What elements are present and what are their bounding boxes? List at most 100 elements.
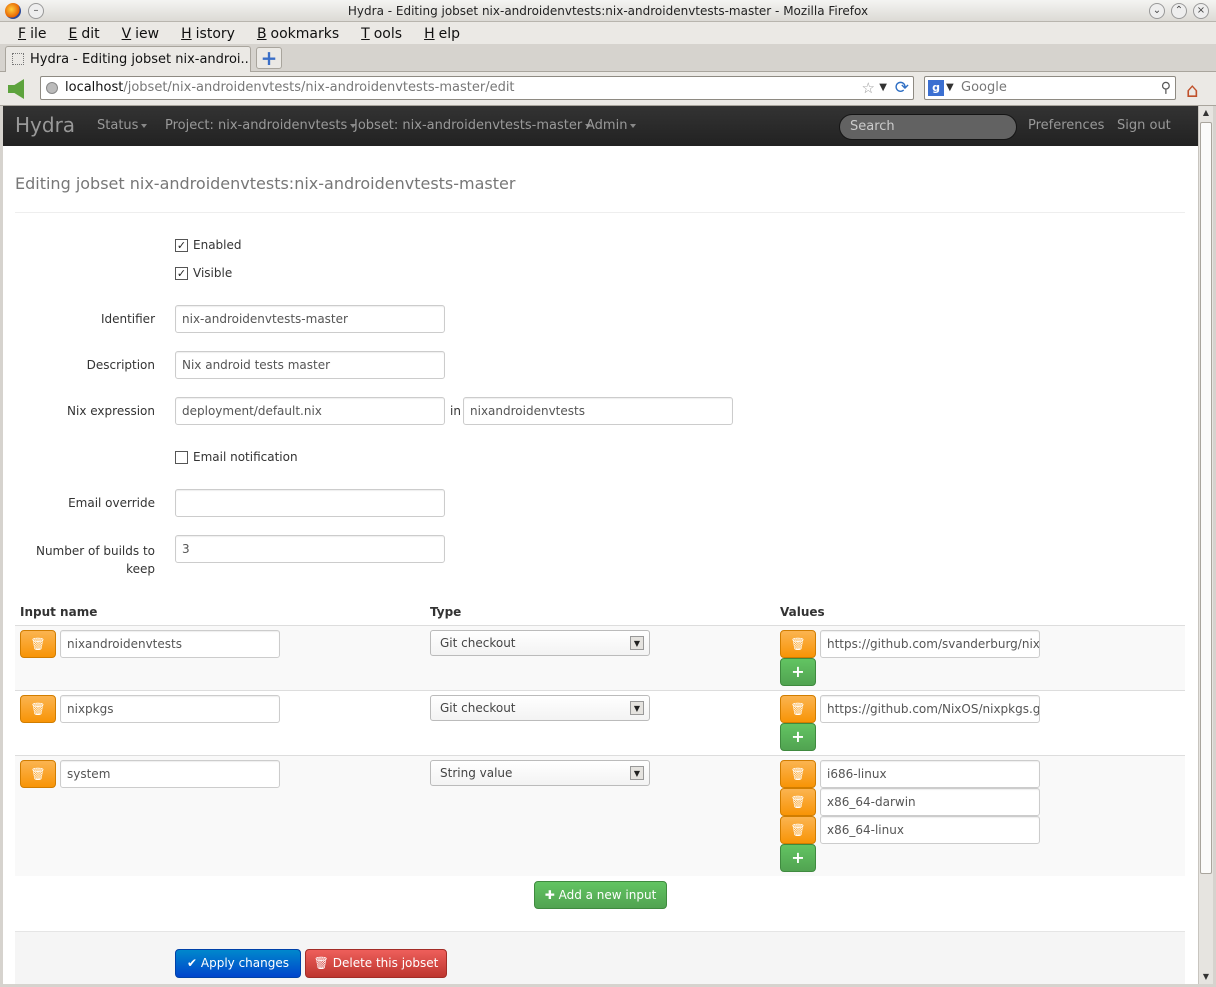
new-tab-button[interactable]: + (256, 47, 282, 69)
delete-value-button[interactable]: 🗑 (780, 695, 816, 723)
input-type-select[interactable]: String value ▼ (430, 760, 650, 786)
url-bar[interactable]: localhost/jobset/nix-androidenvtests/nix… (40, 76, 914, 100)
menu-item-accesskey: F (18, 26, 27, 42)
nav-admin-label: Admin (586, 118, 628, 133)
menu-item[interactable]: History (172, 22, 235, 42)
menu-item-label: ile (30, 26, 47, 42)
input-value-field[interactable]: x86_64-darwin (820, 788, 1040, 816)
site-identity-icon[interactable] (46, 82, 58, 94)
input-value-field[interactable]: https://github.com/NixOS/nixpkgs.gi (820, 695, 1040, 723)
trash-icon: 🗑 (790, 823, 806, 837)
sign-out-link[interactable]: Sign out (1117, 118, 1171, 133)
identifier-input[interactable]: nix-androidenvtests-master (175, 305, 445, 333)
select-arrow-icon[interactable]: ▼ (630, 766, 644, 780)
input-type-select[interactable]: Git checkout ▼ (430, 695, 650, 721)
keep-input[interactable]: 3 (175, 535, 445, 563)
delete-value-button[interactable]: 🗑 (780, 788, 816, 816)
scroll-up-icon[interactable]: ▲ (1199, 106, 1213, 120)
add-value-button[interactable]: + (780, 844, 816, 872)
add-value-button[interactable]: + (780, 723, 816, 751)
email-notification-label: Email notification (193, 450, 298, 464)
browser-search-input[interactable]: g ▼ Google ⚲ (924, 76, 1176, 100)
menu-item[interactable]: File (9, 22, 46, 42)
select-arrow-icon[interactable]: ▼ (630, 701, 644, 715)
preferences-link[interactable]: Preferences (1028, 118, 1104, 133)
menu-item[interactable]: Tools (352, 22, 402, 42)
minimize-icon[interactable]: ⌄ (1149, 3, 1165, 19)
visible-checkbox[interactable]: ✓ (175, 267, 188, 280)
email-override-input[interactable] (175, 489, 445, 517)
enabled-checkbox[interactable]: ✓ (175, 239, 188, 252)
google-engine-icon[interactable]: g (928, 80, 944, 96)
delete-input-button[interactable]: 🗑 (20, 760, 56, 788)
home-icon[interactable]: ⌂ (1186, 78, 1199, 102)
nav-project-menu[interactable]: Project: nix-androidenvtests (165, 118, 357, 133)
url-path: /jobset/nix-androidenvtests/nix-androide… (123, 80, 515, 95)
browser-tab[interactable]: Hydra - Editing jobset nix-androi... (5, 46, 251, 73)
nav-jobset-menu[interactable]: Jobset: nix-androidenvtests-master (354, 118, 592, 133)
nav-admin-menu[interactable]: Admin (586, 118, 637, 133)
delete-input-button[interactable]: 🗑 (20, 630, 56, 658)
menu-item-label: iew (135, 26, 160, 42)
delete-jobset-button[interactable]: 🗑 Delete this jobset (305, 949, 447, 978)
menu-item[interactable]: Bookmarks (248, 22, 339, 42)
firefox-logo-icon (5, 3, 21, 19)
nav-status-menu[interactable]: Status (97, 118, 148, 133)
scrollbar-thumb[interactable] (1200, 122, 1212, 874)
bookmark-star-icon[interactable]: ☆ (862, 77, 875, 99)
delete-value-button[interactable]: 🗑 (780, 630, 816, 658)
window-titlebar: – Hydra - Editing jobset nix-androidenvt… (0, 0, 1216, 22)
input-type-select[interactable]: Git checkout ▼ (430, 630, 650, 656)
apply-changes-label: Apply changes (200, 956, 289, 970)
input-value-field[interactable]: i686-linux (820, 760, 1040, 788)
back-arrow-icon[interactable] (8, 79, 24, 99)
brand-logo[interactable]: Hydra (15, 113, 75, 137)
search-engine-dropdown-icon[interactable]: ▼ (946, 77, 954, 99)
nix-expression-input-name[interactable]: nixandroidenvtests (463, 397, 733, 425)
close-icon[interactable]: × (1193, 3, 1209, 19)
scroll-down-icon[interactable]: ▼ (1199, 970, 1213, 984)
menu-item[interactable]: Edit (59, 22, 99, 42)
navigation-toolbar: localhost/jobset/nix-androidenvtests/nix… (0, 72, 1216, 106)
add-value-button[interactable]: + (780, 658, 816, 686)
input-name-field[interactable]: system (60, 760, 280, 788)
delete-input-button[interactable]: 🗑 (20, 695, 56, 723)
menu-item[interactable]: Help (415, 22, 460, 42)
menu-item-label: dit (81, 26, 100, 42)
menu-item[interactable]: View (113, 22, 160, 42)
maximize-icon[interactable]: ⌃ (1171, 3, 1187, 19)
hydra-navbar: Hydra Status Project: nix-androidenvtest… (3, 106, 1198, 146)
menu-item-accesskey: H (181, 26, 192, 42)
keep-label: Number of builds to keep (23, 542, 155, 578)
input-name-field[interactable]: nixandroidenvtests (60, 630, 280, 658)
trash-icon: 🗑 (30, 702, 46, 716)
input-value-field[interactable]: x86_64-linux (820, 816, 1040, 844)
browser-tab-label: Hydra - Editing jobset nix-androi... (30, 52, 251, 67)
delete-value-button[interactable]: 🗑 (780, 816, 816, 844)
url-host: localhost (65, 80, 124, 95)
vertical-scrollbar[interactable]: ▲ ▼ (1198, 106, 1213, 984)
nix-expression-label: Nix expression (67, 404, 155, 418)
url-dropdown-icon[interactable]: ▼ (879, 77, 887, 99)
delete-value-button[interactable]: 🗑 (780, 760, 816, 788)
reload-icon[interactable]: ⟳ (895, 78, 909, 98)
email-notification-checkbox[interactable] (175, 451, 188, 464)
magnifier-icon[interactable]: ⚲ (1161, 77, 1171, 99)
description-input[interactable]: Nix android tests master (175, 351, 445, 379)
menu-item-label: ookmarks (270, 26, 340, 42)
input-value-field[interactable]: https://github.com/svanderburg/nix-a (820, 630, 1040, 658)
navbar-search-input[interactable]: Search (839, 114, 1017, 140)
window-menu-icon[interactable]: – (28, 3, 44, 19)
apply-changes-button[interactable]: ✔ Apply changes (175, 949, 301, 978)
add-new-input-button[interactable]: ✚ Add a new input (534, 881, 667, 909)
trash-icon: 🗑 (313, 956, 329, 970)
nix-expression-path-input[interactable]: deployment/default.nix (175, 397, 445, 425)
input-name-field[interactable]: nixpkgs (60, 695, 280, 723)
trash-icon: 🗑 (790, 702, 806, 716)
trash-icon: 🗑 (790, 795, 806, 809)
trash-icon: 🗑 (30, 637, 46, 651)
add-new-input-label: Add a new input (558, 888, 657, 902)
values-header: Values (780, 605, 825, 619)
select-arrow-icon[interactable]: ▼ (630, 636, 644, 650)
input-type-value: Git checkout (440, 636, 516, 650)
